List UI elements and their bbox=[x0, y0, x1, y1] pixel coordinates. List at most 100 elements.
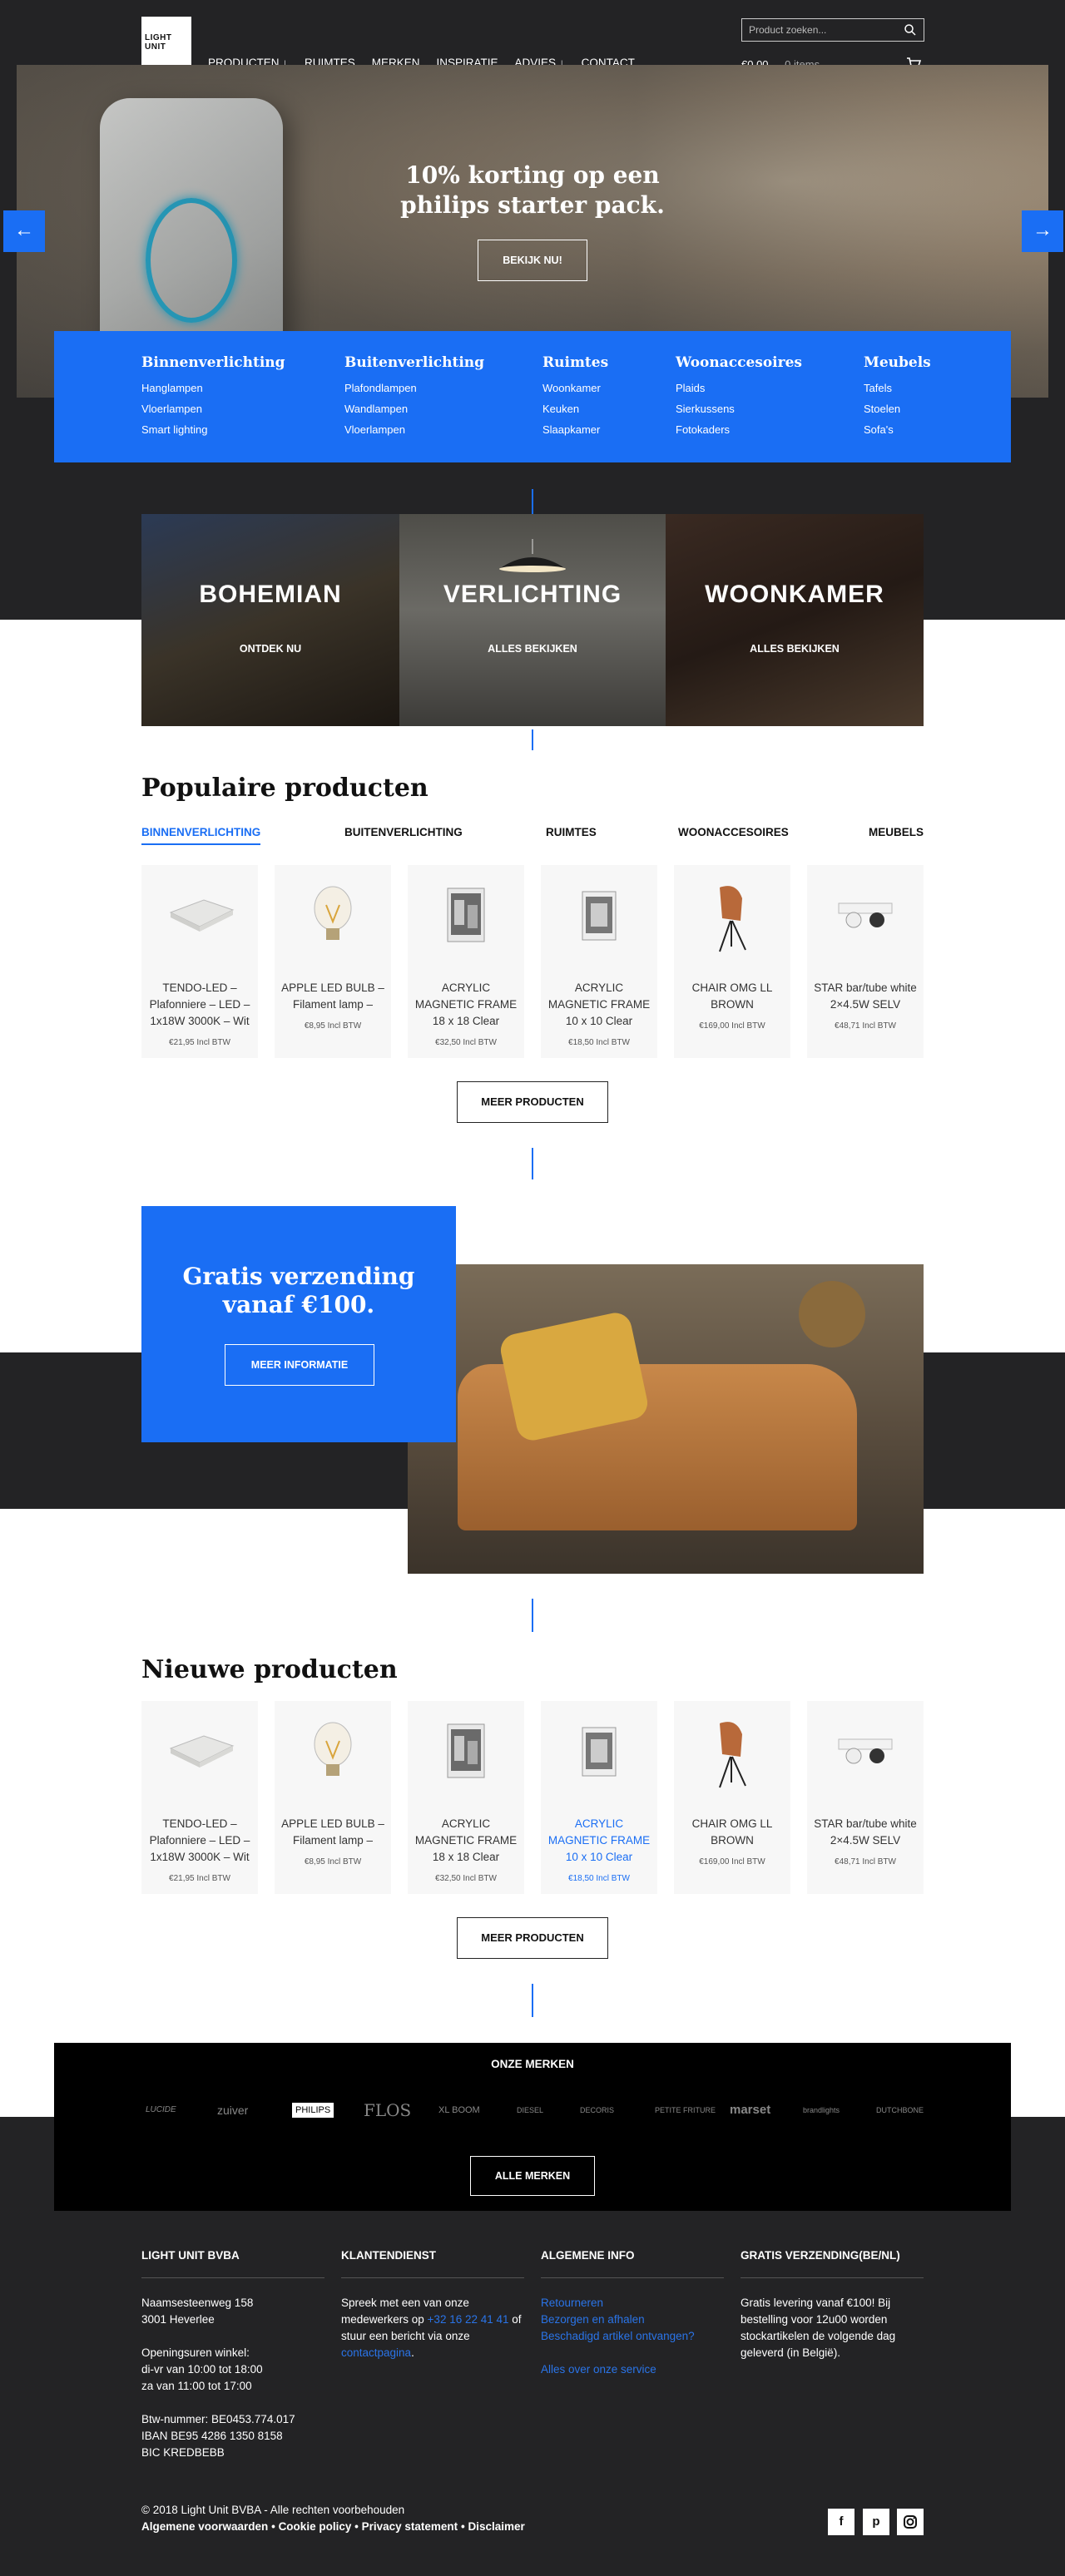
legal-link[interactable]: Algemene voorwaarden bbox=[141, 2520, 268, 2533]
search-input[interactable]: Product zoeken... bbox=[741, 18, 924, 42]
category-link[interactable]: Vloerlampen bbox=[141, 398, 285, 419]
product-image-frame bbox=[582, 1727, 617, 1777]
hero-cta-button[interactable]: BEKIJK NU! bbox=[478, 240, 587, 281]
category-link[interactable]: Smart lighting bbox=[141, 419, 285, 440]
product-card[interactable]: TENDO-LED – Plafonniere – LED – 1x18W 30… bbox=[141, 1701, 258, 1894]
info-link[interactable]: Alles over onze service bbox=[541, 2361, 724, 2378]
product-card[interactable]: ACRYLIC MAGNETIC FRAME 18 x 18 Clear €32… bbox=[408, 1701, 524, 1894]
category-link[interactable]: Slaapkamer bbox=[542, 419, 608, 440]
brand-logo[interactable]: FLOS bbox=[364, 2098, 411, 2123]
category-link[interactable]: Wandlampen bbox=[344, 398, 484, 419]
tab-meubels[interactable]: MEUBELS bbox=[869, 826, 924, 838]
product-image-spot bbox=[838, 902, 893, 928]
product-card[interactable]: APPLE LED BULB – Filament lamp – €8,95 I… bbox=[275, 1701, 391, 1894]
tile-link[interactable]: ALLES BEKIJKEN bbox=[666, 643, 924, 655]
shipping-title: Gratis verzending vanaf €100. bbox=[182, 1263, 415, 1318]
category-col-ruimtes: Ruimtes Woonkamer Keuken Slaapkamer bbox=[542, 354, 608, 440]
brand-logo[interactable]: marset bbox=[730, 2098, 770, 2123]
info-link[interactable]: Beschadigd artikel ontvangen? bbox=[541, 2328, 724, 2345]
instagram-icon[interactable] bbox=[897, 2509, 924, 2535]
more-new-products-button[interactable]: MEER PRODUCTEN bbox=[457, 1917, 608, 1959]
category-link[interactable]: Sierkussens bbox=[676, 398, 802, 419]
footer-col-info: ALGEMENE INFO Retourneren Bezorgen en af… bbox=[541, 2247, 724, 2378]
contact-link[interactable]: contactpagina bbox=[341, 2346, 411, 2359]
product-card[interactable]: APPLE LED BULB – Filament lamp – €8,95 I… bbox=[275, 865, 391, 1058]
more-products-button[interactable]: MEER PRODUCTEN bbox=[457, 1081, 608, 1123]
tile-link[interactable]: ALLES BEKIJKEN bbox=[399, 643, 666, 655]
hero-title: 10% korting op een philips starter pack. bbox=[400, 161, 665, 219]
category-link[interactable]: Vloerlampen bbox=[344, 419, 484, 440]
product-card[interactable]: CHAIR OMG LL BROWN €169,00 Incl BTW bbox=[674, 865, 790, 1058]
hero-prev-arrow-icon[interactable]: ← bbox=[3, 210, 45, 252]
brand-logo[interactable]: DECORIS bbox=[580, 2098, 614, 2123]
category-link[interactable]: Stoelen bbox=[864, 398, 931, 419]
popular-title: Populaire producten bbox=[141, 774, 428, 803]
divider-line bbox=[532, 1599, 533, 1632]
tile-link[interactable]: ONTDEK NU bbox=[141, 643, 399, 655]
new-product-grid: TENDO-LED – Plafonniere – LED – 1x18W 30… bbox=[141, 1701, 924, 1894]
logo[interactable]: LIGHT UNIT bbox=[141, 17, 191, 67]
product-card[interactable]: ACRYLIC MAGNETIC FRAME 18 x 18 Clear €32… bbox=[408, 865, 524, 1058]
category-link[interactable]: Tafels bbox=[864, 378, 931, 398]
brand-logo[interactable]: PHILIPS bbox=[292, 2103, 334, 2118]
brand-logo[interactable]: XL BOOM bbox=[438, 2098, 480, 2123]
copyright: © 2018 Light Unit BVBA - Alle rechten vo… bbox=[141, 2504, 525, 2533]
tab-woonaccesoires[interactable]: WOONACCESOIRES bbox=[678, 826, 789, 838]
category-link[interactable]: Plaids bbox=[676, 378, 802, 398]
phone-link[interactable]: +32 16 22 41 41 bbox=[428, 2313, 509, 2326]
category-link[interactable]: Hanglampen bbox=[141, 378, 285, 398]
info-link[interactable]: Retourneren bbox=[541, 2295, 724, 2311]
category-col-binnenverlichting: Binnenverlichting Hanglampen Vloerlampen… bbox=[141, 354, 285, 440]
footer-col-company: LIGHT UNIT BVBA Naamsesteenweg 158 3001 … bbox=[141, 2247, 324, 2461]
product-image-frame bbox=[447, 888, 485, 942]
legal-link[interactable]: Cookie policy bbox=[279, 2520, 352, 2533]
brand-logo[interactable]: DUTCHBONE bbox=[876, 2098, 924, 2123]
more-info-button[interactable]: MEER INFORMATIE bbox=[225, 1344, 374, 1386]
category-col-woonaccesoires: Woonaccesoires Plaids Sierkussens Fotoka… bbox=[676, 354, 802, 440]
pinterest-icon[interactable]: p bbox=[863, 2509, 889, 2535]
category-link[interactable]: Sofa's bbox=[864, 419, 931, 440]
product-image-ceiling-lamp bbox=[169, 899, 235, 932]
brand-logo[interactable]: PETITE FRITURE bbox=[655, 2098, 716, 2123]
legal-link[interactable]: Disclaimer bbox=[468, 2520, 524, 2533]
brand-logo[interactable]: LUCIDE bbox=[146, 2098, 176, 2123]
product-card[interactable]: CHAIR OMG LL BROWN €169,00 Incl BTW bbox=[674, 1701, 790, 1894]
all-brands-button[interactable]: ALLE MERKEN bbox=[470, 2156, 595, 2196]
divider-line bbox=[532, 1984, 533, 2017]
product-image-chair bbox=[719, 886, 746, 952]
new-products-title: Nieuwe producten bbox=[141, 1655, 398, 1684]
product-card[interactable]: STAR bar/tube white 2×4.5W SELV €48,71 I… bbox=[807, 865, 924, 1058]
logo-text: LIGHT UNIT bbox=[145, 33, 172, 52]
product-card[interactable]: ACRYLIC MAGNETIC FRAME 10 x 10 Clear €18… bbox=[541, 1701, 657, 1894]
category-link[interactable]: Woonkamer bbox=[542, 378, 608, 398]
tab-buitenverlichting[interactable]: BUITENVERLICHTING bbox=[344, 826, 463, 838]
category-link[interactable]: Plafondlampen bbox=[344, 378, 484, 398]
divider-line bbox=[532, 1148, 533, 1179]
category-link[interactable]: Fotokaders bbox=[676, 419, 802, 440]
tab-binnenverlichting[interactable]: BINNENVERLICHTING bbox=[141, 826, 261, 845]
brand-logo[interactable]: zuiver bbox=[217, 2098, 248, 2123]
legal-link[interactable]: Privacy statement bbox=[362, 2520, 458, 2533]
product-image-bulb bbox=[314, 1722, 352, 1776]
service-text: Spreek met een van onze medewerkers op +… bbox=[341, 2297, 522, 2359]
brand-logo[interactable]: DIESEL bbox=[517, 2098, 543, 2123]
search-icon[interactable] bbox=[904, 23, 917, 37]
divider-line bbox=[532, 729, 533, 750]
footer-col-service: KLANTENDIENST Spreek met een van onze me… bbox=[341, 2247, 524, 2361]
product-card[interactable]: ACRYLIC MAGNETIC FRAME 10 x 10 Clear €18… bbox=[541, 865, 657, 1058]
product-card[interactable]: STAR bar/tube white 2×4.5W SELV €48,71 I… bbox=[807, 1701, 924, 1894]
product-image-ceiling-lamp bbox=[169, 1735, 235, 1768]
category-link[interactable]: Keuken bbox=[542, 398, 608, 419]
tab-ruimtes[interactable]: RUIMTES bbox=[546, 826, 597, 838]
hero-next-arrow-icon[interactable]: → bbox=[1022, 210, 1063, 252]
product-card[interactable]: TENDO-LED – Plafonniere – LED – 1x18W 30… bbox=[141, 865, 258, 1058]
pendant-lamp-icon bbox=[499, 539, 566, 572]
tile-bohemian[interactable]: BOHEMIAN ONTDEK NU bbox=[141, 514, 399, 726]
info-link[interactable]: Bezorgen en afhalen bbox=[541, 2311, 724, 2328]
footer-col-shipping: GRATIS VERZENDING(BE/NL) Gratis levering… bbox=[741, 2247, 924, 2361]
category-col-buitenverlichting: Buitenverlichting Plafondlampen Wandlamp… bbox=[344, 354, 484, 440]
tile-verlichting[interactable]: VERLICHTING ALLES BEKIJKEN bbox=[399, 514, 666, 726]
tile-woonkamer[interactable]: WOONKAMER ALLES BEKIJKEN bbox=[666, 514, 924, 726]
facebook-icon[interactable]: f bbox=[828, 2509, 854, 2535]
brand-logo[interactable]: brandlights bbox=[803, 2098, 840, 2123]
